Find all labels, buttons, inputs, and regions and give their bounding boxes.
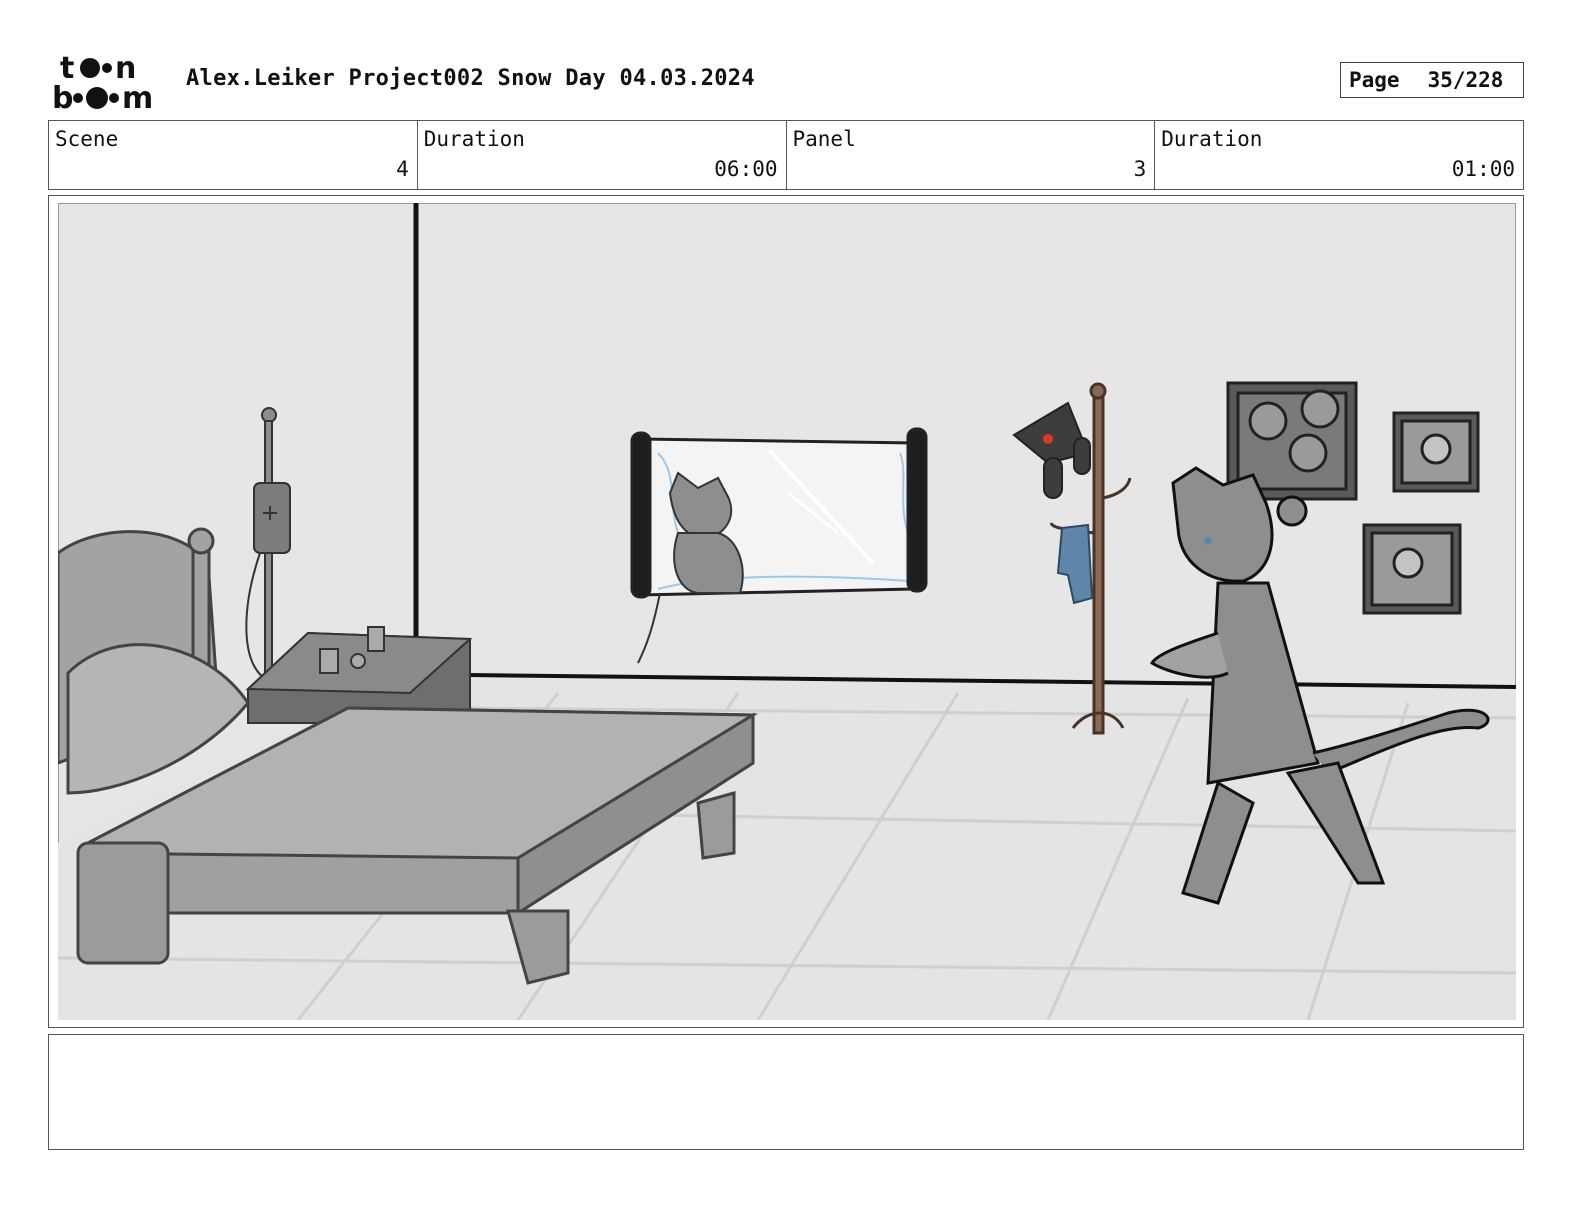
document-title: Alex.Leiker Project002 Snow Day 04.03.20…: [186, 66, 755, 91]
panel-duration-cell: Duration 01:00: [1155, 121, 1523, 189]
page-label: Page: [1349, 68, 1400, 92]
panel-label: Panel: [792, 127, 856, 151]
wall-picture-bear: [1392, 411, 1480, 493]
panel-value: 3: [1133, 157, 1147, 181]
panel-duration-label: Duration: [1161, 127, 1263, 151]
wall-picture-flower: [1362, 523, 1462, 615]
scene-cell: Scene 4: [49, 121, 418, 189]
scene-duration-cell: Duration 06:00: [418, 121, 787, 189]
scene-value: 4: [396, 157, 409, 181]
panel-illustration: [58, 203, 1516, 1020]
panel-notes-box: [48, 1034, 1524, 1150]
panel-info-row: Scene 4 Duration 06:00 Panel 3 Duration …: [48, 120, 1524, 190]
scene-duration-value: 06:00: [714, 157, 778, 181]
panel-cell: Panel 3: [787, 121, 1156, 189]
scene-duration-label: Duration: [423, 127, 525, 151]
page-number: 35/228: [1427, 68, 1504, 92]
storyboard-panel: [48, 195, 1524, 1028]
panel-duration-value: 01:00: [1451, 157, 1515, 181]
page-indicator: Page 35/228: [1340, 62, 1524, 98]
svg-text:b: b: [52, 81, 73, 112]
svg-text:m: m: [122, 81, 153, 112]
toonboom-logo: t n b m: [52, 50, 164, 112]
scene-label: Scene: [55, 127, 119, 151]
